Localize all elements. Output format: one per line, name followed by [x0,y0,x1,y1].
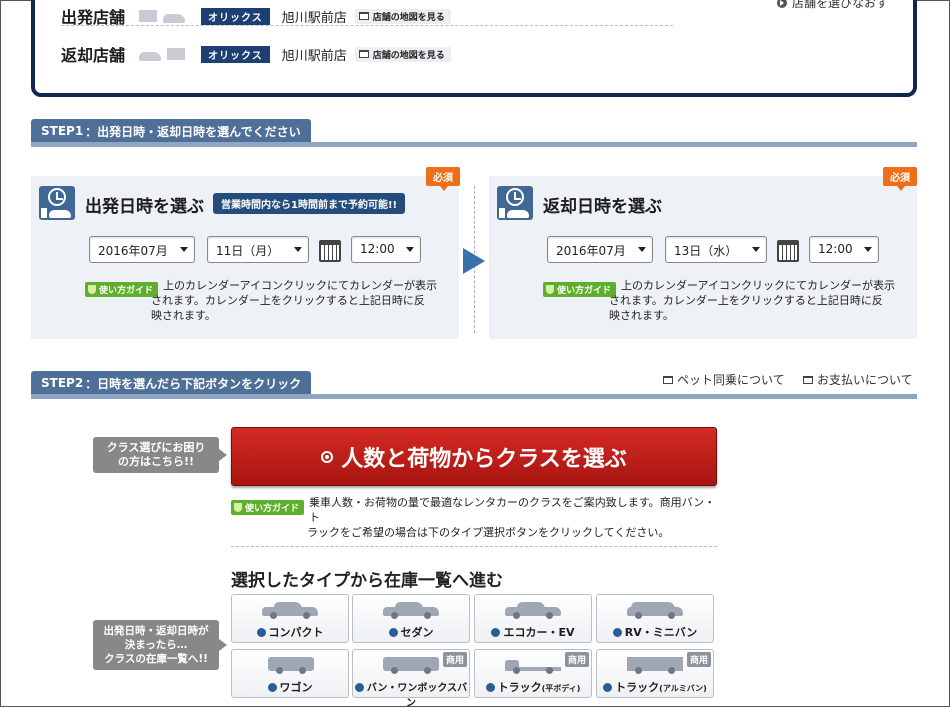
box-truck-icon [627,656,683,674]
usage-guide-badge: 使い方ガイド [231,497,305,516]
return-store-label: 返却店舗 [61,46,126,65]
departure-store-name: 旭川駅前店 [281,10,347,26]
eco-car-icon [505,601,561,619]
type-button-eco[interactable]: エコカー・EV [474,594,592,643]
reselect-store-link[interactable]: 店舗を選びなおす [777,0,888,11]
arrow-circle-icon [777,0,787,8]
required-badge: 必須 [426,167,460,191]
step1-header: STEP1 ：出発日時・返却日時を選んでください [31,119,917,147]
arrow-circle-icon [603,683,613,692]
chevron-down-icon [406,247,414,252]
departure-datetime-panel: 出発日時を選ぶ 営業時間内なら1時間前まで予約可能!! 2016年07月 11日… [31,176,459,339]
departure-panel-title: 出発日時を選ぶ [85,197,204,217]
arrow-circle-icon [491,628,501,637]
arrow-circle-icon [354,683,364,692]
wagon-car-icon [268,656,314,674]
guide-icon [88,285,96,294]
return-store-name: 旭川駅前店 [281,48,347,64]
flatbed-truck-icon [505,656,561,674]
required-badge: 必須 [883,167,917,191]
business-hours-note: 営業時間内なら1時間前まで予約可能!! [213,193,406,214]
usage-guide-badge: 使い方ガイド [543,279,617,298]
window-icon [803,375,813,384]
return-calendar-icon[interactable] [777,240,799,262]
chevron-down-icon [864,247,872,252]
window-icon [663,375,673,384]
pet-info-link[interactable]: ペット同乗について [663,371,785,388]
class-guide-text: 乗車人数・お荷物の量で最適なレンタカーのクラスをご案内致します。商用バン・ト ラ… [307,496,716,539]
return-map-link[interactable]: 店舗の地図を見る [354,46,451,62]
arrow-right-icon [463,248,485,274]
departure-calendar-icon[interactable] [319,240,341,262]
suv-car-icon [627,601,683,619]
departure-day-select[interactable]: 11日（月） [207,236,309,263]
chevron-down-icon [180,247,188,252]
return-time-select[interactable]: 12:00 [809,236,879,263]
sedan-car-icon [383,601,439,619]
section-divider [231,546,717,547]
departure-month-select[interactable]: 2016年07月 [89,236,195,263]
step1-tab: STEP1 ：出発日時・返却日時を選んでください [31,119,311,143]
guide-icon [546,285,554,294]
type-button-compact[interactable]: コンパクト [231,594,349,643]
departure-guide-text: 上のカレンダーアイコンクリックにてカレンダーが表示 されます。カレンダー上をクリ… [151,279,438,322]
brand-badge: オリックス [201,45,270,63]
arrow-circle-icon [485,683,495,692]
van-icon [383,656,439,674]
type-button-sedan[interactable]: セダン [352,594,470,643]
store-departure-icon [139,8,191,24]
payment-info-link[interactable]: お支払いについて [803,371,913,388]
circle-bullet-icon [321,450,334,463]
type-button-rv-minivan[interactable]: RV・ミニバン [596,594,714,643]
class-help-label: クラス選びにお困り の方はこちら!! [93,437,227,473]
departure-store-row: 出発店舗 オリックス 旭川駅前店 店舗の地図を見る [61,5,451,27]
departure-map-link[interactable]: 店舗の地図を見る [354,8,451,24]
type-button-van[interactable]: 商用 バン・ワンボックスバン [352,649,470,709]
return-store-row: 返却店舗 オリックス 旭川駅前店 店舗の地図を見る [61,43,451,65]
clock-car-icon [497,186,533,220]
store-summary-box: 出発店舗 オリックス 旭川駅前店 店舗の地図を見る 返却店舗 オリックス 旭川駅… [31,0,917,97]
return-datetime-panel: 返却日時を選ぶ 2016年07月 13日（水） 12:00 使い方ガイド 上のカ… [489,176,917,339]
arrow-circle-icon [267,683,277,692]
chevron-down-icon [638,247,646,252]
return-panel-title: 返却日時を選ぶ [543,197,662,217]
guide-icon [234,503,242,512]
commercial-tag: 商用 [686,652,711,667]
store-divider [61,25,673,26]
usage-guide-badge: 使い方ガイド [85,279,159,298]
chevron-down-icon [752,247,760,252]
type-button-wagon[interactable]: ワゴン [231,649,349,698]
type-button-flatbed-truck[interactable]: 商用 トラック(平ボディ) [474,649,592,698]
commercial-tag: 商用 [442,652,467,667]
types-heading: 選択したタイプから在庫一覧へ進む [231,571,503,591]
window-icon [358,12,369,20]
type-button-aluminum-van-truck[interactable]: 商用 トラック(アルミバン) [596,649,714,698]
return-guide-text: 上のカレンダーアイコンクリックにてカレンダーが表示 されます。カレンダー上をクリ… [609,279,896,322]
departure-time-select[interactable]: 12:00 [351,236,421,263]
arrow-circle-icon [612,628,622,637]
arrow-circle-icon [388,628,398,637]
choose-class-button[interactable]: 人数と荷物からクラスを選ぶ [231,427,717,486]
step2-tab: STEP2 ：日時を選んだら下記ボタンをクリック [31,371,312,395]
chevron-down-icon [294,247,302,252]
commercial-tag: 商用 [564,652,589,667]
arrow-circle-icon [256,628,266,637]
stock-list-label: 出発日時・返却日時が 決まったら… クラスの在庫一覧へ!! [93,620,227,670]
store-return-icon [139,46,191,62]
clock-car-icon [39,186,75,220]
compact-car-icon [262,601,318,619]
return-month-select[interactable]: 2016年07月 [547,236,653,263]
brand-badge: オリックス [201,7,270,25]
return-day-select[interactable]: 13日（水） [665,236,767,263]
window-icon [358,50,369,58]
